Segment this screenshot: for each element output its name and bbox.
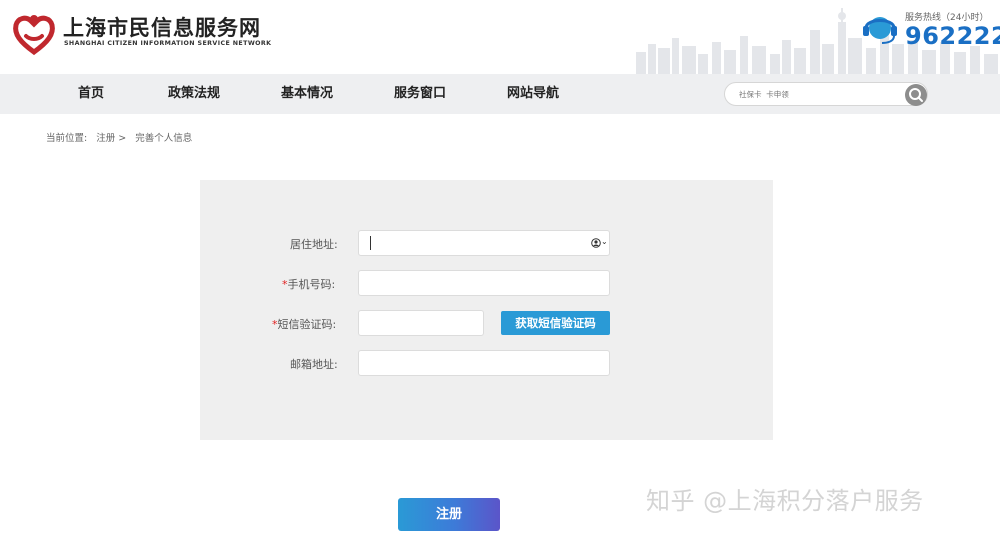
text-caret: [370, 236, 371, 250]
email-field[interactable]: [358, 350, 610, 376]
site-subtitle: SHANGHAI CITIZEN INFORMATION SERVICE NET…: [64, 40, 272, 47]
search-box: [724, 82, 928, 106]
main-nav: 首页 政策法规 基本情况 服务窗口 网站导航: [0, 74, 1000, 114]
location-person-icon[interactable]: [591, 238, 601, 248]
breadcrumb-current: 完善个人信息: [135, 133, 193, 144]
sms-code-label: *短信验证码:: [272, 316, 336, 332]
phone-input[interactable]: [359, 271, 609, 295]
address-input[interactable]: [359, 231, 609, 255]
sms-code-input[interactable]: [359, 311, 483, 335]
email-input[interactable]: [359, 351, 609, 375]
get-sms-code-button[interactable]: 获取短信验证码: [501, 311, 610, 335]
email-label: 邮箱地址:: [290, 356, 338, 372]
address-label-text: 居住地址:: [290, 238, 338, 251]
nav-item-home[interactable]: 首页: [78, 74, 104, 114]
nav-item-policies[interactable]: 政策法规: [168, 74, 220, 114]
site-title[interactable]: 上海市民信息服务网: [63, 12, 261, 42]
registration-form-panel: [200, 180, 773, 440]
search-button[interactable]: [905, 84, 927, 106]
search-input[interactable]: [739, 87, 899, 101]
phone-label: *手机号码:: [282, 276, 335, 292]
site-header: 上海市民信息服务网 SHANGHAI CITIZEN INFORMATION S…: [0, 0, 1000, 74]
sms-code-field[interactable]: [358, 310, 484, 336]
heart-hands-logo-icon[interactable]: [10, 10, 58, 58]
address-field[interactable]: [358, 230, 610, 256]
zhihu-watermark: 知乎 @上海积分落户服务: [646, 487, 924, 515]
hotline-number: 962222: [905, 22, 1000, 50]
phone-field[interactable]: [358, 270, 610, 296]
breadcrumb-prefix: 当前位置:: [46, 133, 88, 144]
chevron-down-icon[interactable]: ⌄: [601, 237, 608, 246]
headset-icon: [863, 17, 897, 44]
email-label-text: 邮箱地址:: [290, 358, 338, 371]
breadcrumb-register[interactable]: 注册 >: [96, 133, 126, 144]
nav-item-service-window[interactable]: 服务窗口: [394, 74, 446, 114]
nav-item-overview[interactable]: 基本情况: [281, 74, 333, 114]
sms-code-label-text: 短信验证码:: [277, 318, 337, 331]
nav-item-site-nav[interactable]: 网站导航: [507, 74, 559, 114]
register-button[interactable]: 注册: [398, 498, 500, 531]
search-icon: [909, 88, 923, 102]
address-label: 居住地址:: [290, 236, 338, 252]
breadcrumb: 当前位置: 注册 > 完善个人信息: [46, 130, 198, 144]
phone-label-text: 手机号码:: [287, 278, 336, 291]
